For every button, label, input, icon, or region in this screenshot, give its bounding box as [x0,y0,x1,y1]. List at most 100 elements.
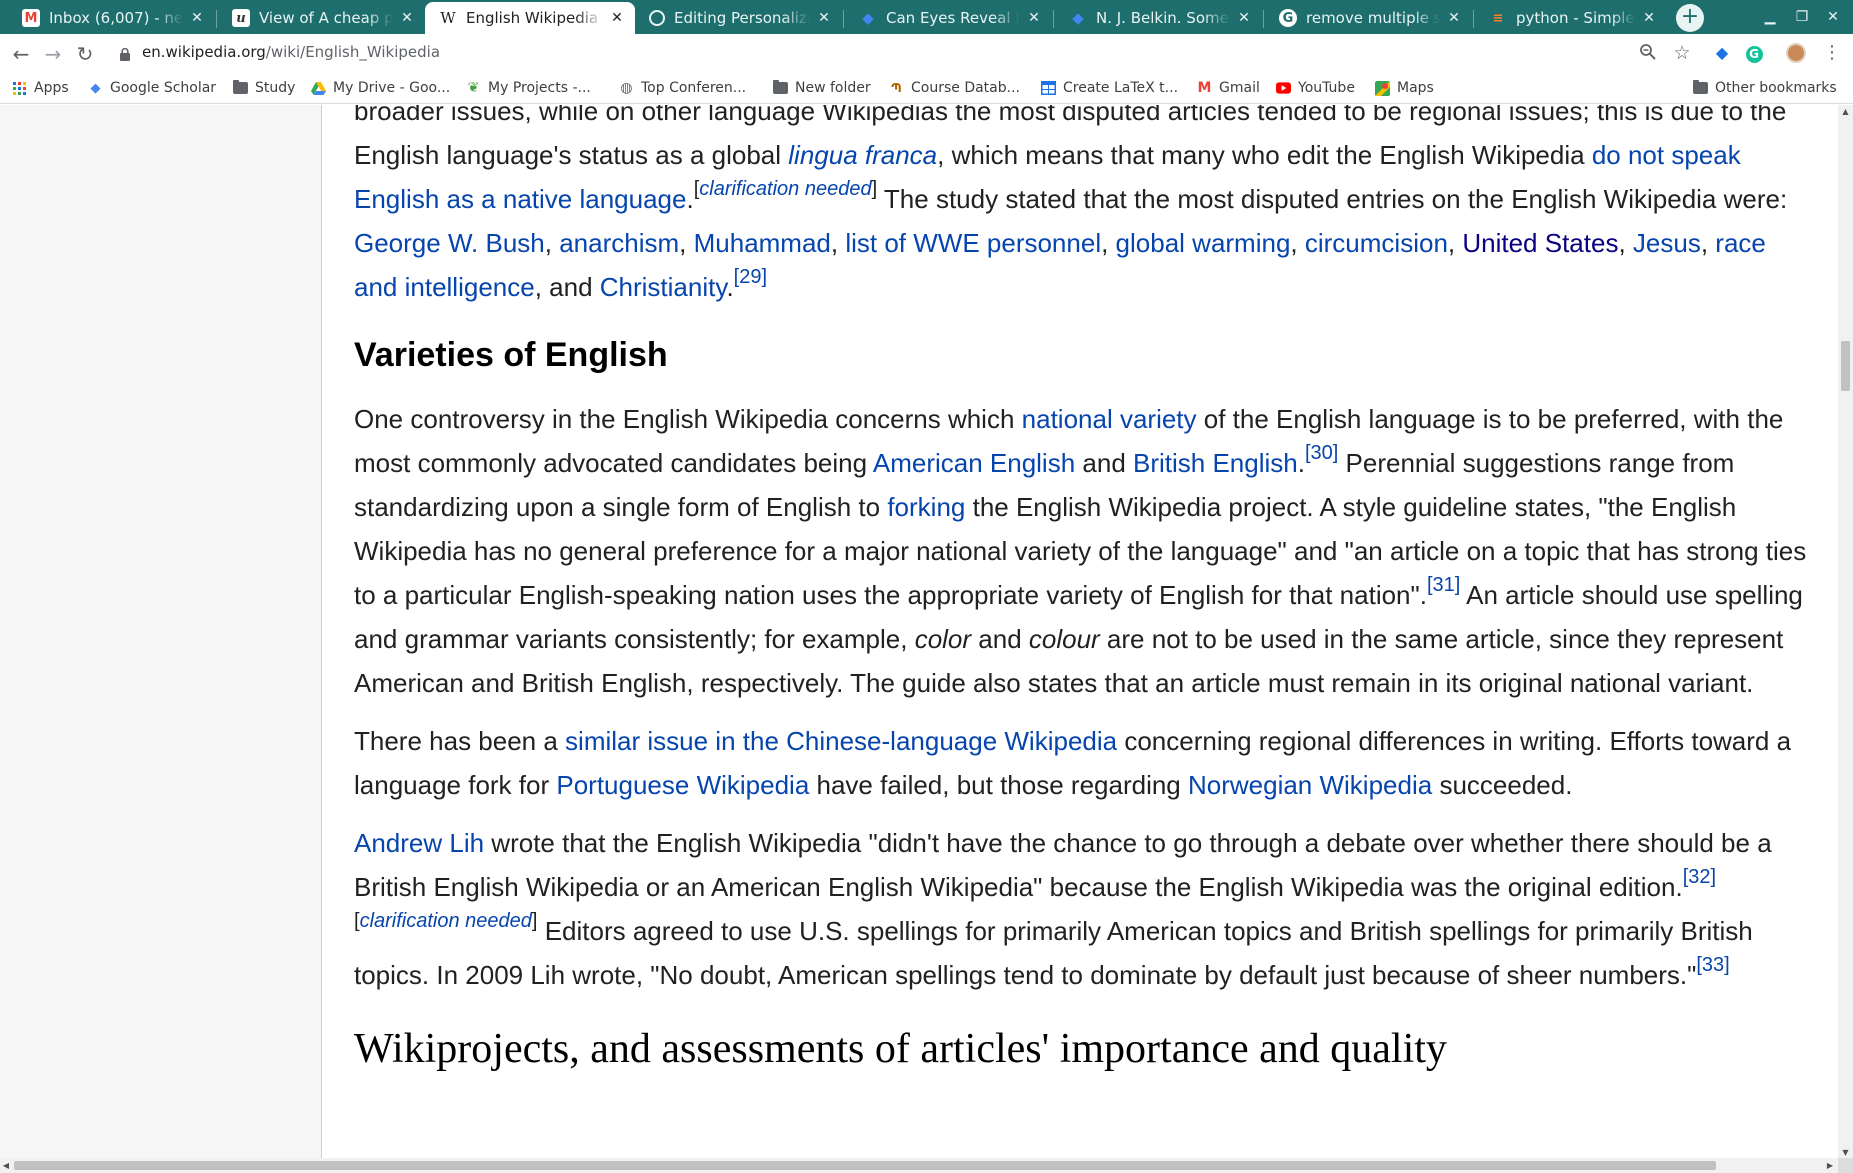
bookmark-top-conferences[interactable]: ◍ Top Conferen... [619,78,746,98]
link-list-of-wwe-personnel[interactable]: list of WWE personnel [845,228,1101,258]
link-muhammad[interactable]: Muhammad [694,228,831,258]
bookmark-label: Maps [1397,80,1434,96]
close-icon[interactable]: ✕ [609,10,625,26]
link-text: lingua franca [788,140,938,170]
separator: , [679,228,694,258]
scholar-extension-icon[interactable]: ◆ [1712,43,1732,63]
close-icon[interactable]: ✕ [816,10,832,26]
scroll-up-icon[interactable]: ▲ [1838,105,1853,119]
reference-31[interactable]: [31] [1427,574,1460,596]
close-icon[interactable]: ✕ [1026,10,1042,26]
clarification-needed-link[interactable]: clarification needed [699,178,871,200]
close-icon[interactable]: ✕ [1236,10,1252,26]
forward-button[interactable]: → [39,40,67,68]
link-national-variety[interactable]: national variety [1022,404,1197,434]
tab-view-cheap-port[interactable]: u View of A cheap port ✕ [218,2,425,34]
tab-remove-multiple-spaces[interactable]: G remove multiple spac ✕ [1265,2,1472,34]
tab-title: English Wikipedia - W [466,9,603,27]
clarification-needed-link[interactable]: clarification needed [360,910,532,932]
tab-python-simple-way[interactable]: ≡ python - Simple way t ✕ [1475,2,1667,34]
separator: , [1290,228,1305,258]
bookmark-youtube[interactable]: YouTube [1276,78,1355,98]
separator: , [830,228,846,258]
link-jesus[interactable]: Jesus [1633,228,1701,258]
bookmark-create-latex[interactable]: Create LaTeX t... [1041,78,1178,98]
reference-32[interactable]: [32] [1683,866,1716,888]
paragraph-text: One controversy in the English Wikipedia… [354,404,1022,434]
bookmark-study[interactable]: Study [233,78,295,98]
restore-icon[interactable]: ❐ [1791,6,1813,28]
minimize-icon[interactable]: ▁ [1759,6,1781,28]
google-drive-icon [311,81,326,96]
new-tab-button[interactable]: + [1676,4,1704,32]
grammarly-extension-icon[interactable]: G [1744,43,1764,63]
link-lingua-franca[interactable]: lingua franca [788,140,937,170]
bookmark-label: Apps [34,80,69,96]
tab-title: Inbox (6,007) - neeruc [49,9,183,27]
tab-gmail-inbox[interactable]: M Inbox (6,007) - neeruc ✕ [8,2,215,34]
link-circumcision[interactable]: circumcision [1305,228,1448,258]
back-button[interactable]: ← [7,40,35,68]
link-anarchism[interactable]: anarchism [559,228,679,258]
link-american-english[interactable]: American English [873,448,1075,478]
link-global-warming[interactable]: global warming [1116,228,1291,258]
bookmark-google-scholar[interactable]: ◆ Google Scholar [88,78,217,98]
bookmark-new-folder[interactable]: New folder [773,78,871,98]
link-forking[interactable]: forking [887,492,965,522]
bookmark-other-bookmarks[interactable]: Other bookmarks [1693,78,1837,98]
paragraph-text: , which means that many who edit the Eng… [937,140,1592,170]
tab-separator [1263,10,1264,28]
link-chinese-wikipedia-issue[interactable]: similar issue in the Chinese-language Wi… [565,726,1117,756]
bookmark-star-icon[interactable]: ☆ [1672,43,1692,63]
link-british-english[interactable]: British English [1133,448,1298,478]
bookmark-my-projects[interactable]: ❦ My Projects -... [466,78,591,98]
link-andrew-lih[interactable]: Andrew Lih [354,828,484,858]
bookmark-apps[interactable]: Apps [12,78,69,98]
reload-button[interactable]: ↻ [71,40,99,68]
url-domain: en.wikipedia.org [142,43,266,61]
tab-editing-personalized[interactable]: Editing Personalized ✕ [635,2,842,34]
scroll-left-icon[interactable]: ◀ [0,1159,12,1173]
vertical-scroll-thumb[interactable] [1841,341,1850,391]
bookmark-course-database[interactable]: Պ Course Datab... [889,78,1020,98]
zoom-icon[interactable] [1638,43,1658,63]
bookmark-my-drive[interactable]: My Drive - Goo... [311,78,450,98]
scroll-right-icon[interactable]: ▶ [1824,1159,1836,1173]
reference-33[interactable]: [33] [1696,954,1729,976]
reference-29[interactable]: [29] [734,266,767,288]
menu-kebab-icon[interactable]: ⋮ [1822,43,1842,63]
overleaf-icon [649,10,665,26]
tab-separator [1473,10,1474,28]
course-icon: Պ [891,81,902,95]
link-george-w-bush[interactable]: George W. Bush [354,228,545,258]
separator: , [1101,228,1116,258]
close-icon[interactable]: ✕ [1641,10,1657,26]
article-paragraph: There has been a similar issue in the Ch… [354,719,1816,807]
bookmark-label: Create LaTeX t... [1063,80,1179,96]
vertical-scrollbar[interactable]: ▲ ▼ [1838,105,1853,1160]
link-united-states[interactable]: United States [1462,228,1618,258]
tab-english-wikipedia[interactable]: W English Wikipedia - W ✕ [425,2,635,34]
horizontal-scroll-thumb[interactable] [14,1161,1716,1170]
reference-30[interactable]: [30] [1305,442,1338,464]
tab-can-eyes-reveal[interactable]: ◆ Can Eyes Reveal Inter ✕ [845,2,1052,34]
close-icon[interactable]: ✕ [399,10,415,26]
link-portuguese-wikipedia[interactable]: Portuguese Wikipedia [556,770,809,800]
avatar[interactable] [1786,43,1806,63]
horizontal-scrollbar[interactable]: ◀ ▶ [0,1158,1838,1173]
bookmark-gmail[interactable]: M Gmail [1197,78,1260,98]
close-window-icon[interactable]: ✕ [1822,6,1844,28]
close-icon[interactable]: ✕ [189,10,205,26]
link-norwegian-wikipedia[interactable]: Norwegian Wikipedia [1188,770,1432,800]
close-icon[interactable]: ✕ [1446,10,1462,26]
tab-belkin[interactable]: ◆ N. J. Belkin. Some(wh ✕ [1055,2,1262,34]
address-bar[interactable]: en.wikipedia.org/wiki/English_Wikipedia [142,43,440,61]
paragraph-text: . [726,272,734,302]
lock-icon[interactable] [120,46,130,61]
bookmark-label: Course Datab... [911,80,1020,96]
bookmark-maps[interactable]: Maps [1375,78,1434,98]
tab-title: remove multiple spac [1306,9,1440,27]
scrollbar-corner [1838,1158,1853,1173]
bookmarks-bar: Apps ◆ Google Scholar Study My Drive - G… [0,72,1853,104]
link-christianity[interactable]: Christianity [600,272,727,302]
